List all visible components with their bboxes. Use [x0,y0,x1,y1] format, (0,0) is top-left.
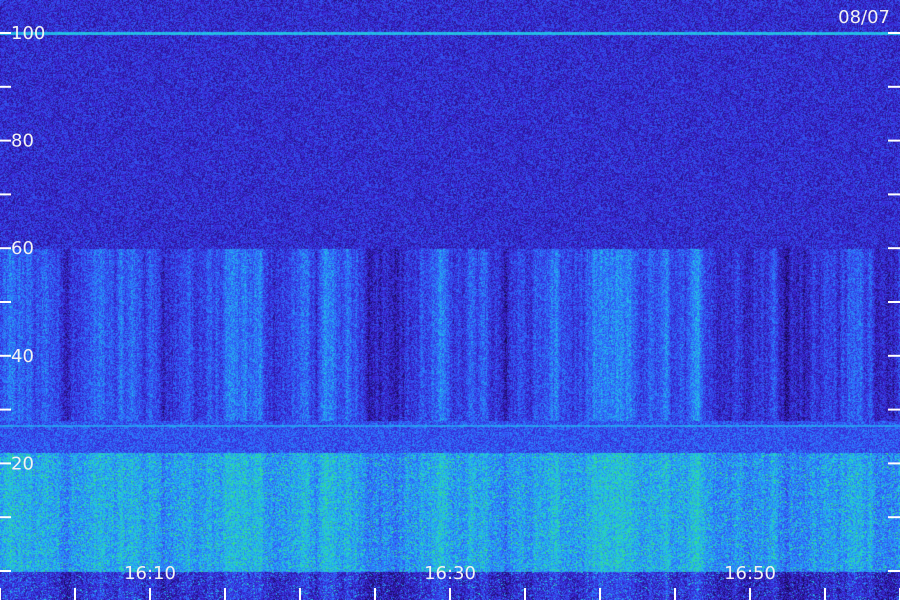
y-tick-label: 40 [11,346,34,367]
y-tick-label: 80 [11,131,34,152]
y-tick-label: 100 [11,23,45,44]
x-axis: 16:10 16:30 16:50 [0,563,900,600]
x-tick-label: 16:50 [724,563,776,584]
x-tick-label: 16:10 [124,563,176,584]
x-tick-label: 16:30 [424,563,476,584]
date-label: 08/07 [838,7,890,28]
y-axis: 20 40 60 80 100 [0,23,900,572]
axes-overlay: 20 40 60 80 100 16:10 16:30 16:50 08/07 [0,7,900,600]
y-tick-label: 20 [11,453,34,474]
spectrogram-view: 20 40 60 80 100 16:10 16:30 16:50 08/07 [0,0,900,600]
y-tick-label: 60 [11,238,34,259]
